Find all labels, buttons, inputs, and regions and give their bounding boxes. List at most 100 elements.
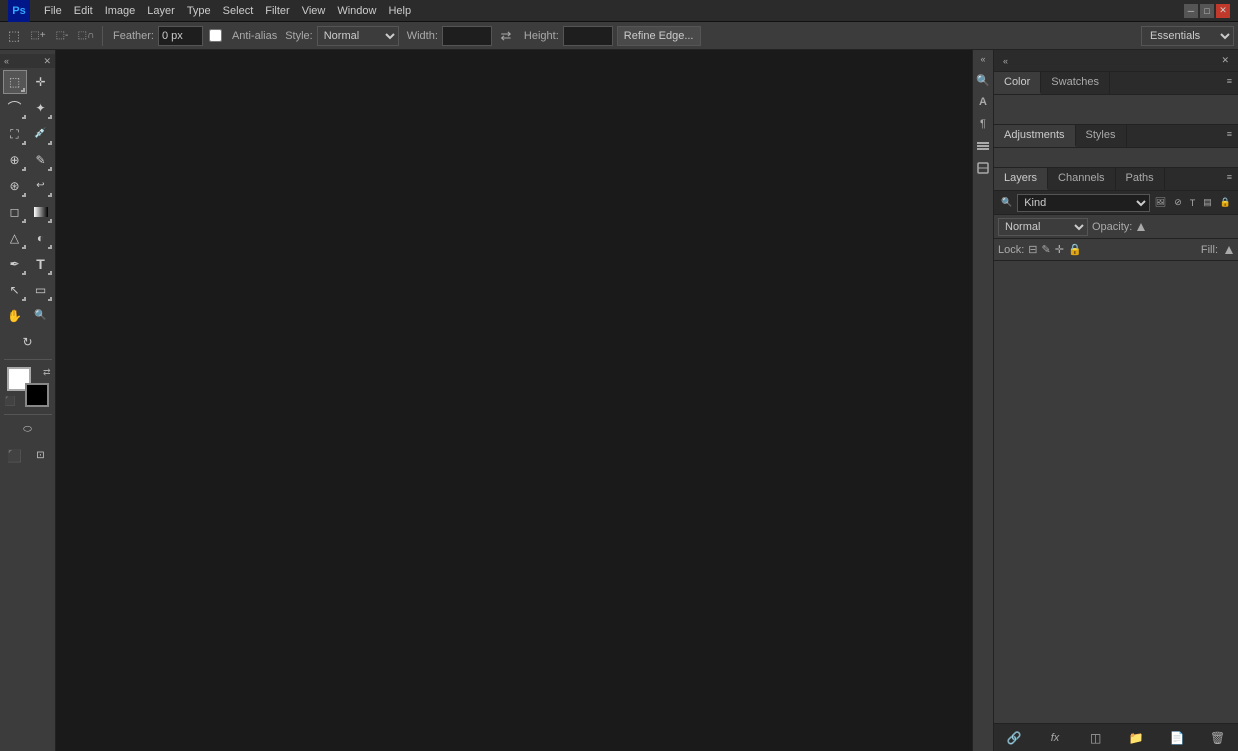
blend-mode-select[interactable]: Normal Dissolve Multiply Screen Overlay <box>998 218 1088 236</box>
filter-kind-icon: 🔍 <box>998 196 1015 209</box>
screen-mode-tool[interactable]: ⬛ <box>3 444 27 468</box>
refine-edge-button[interactable]: Refine Edge... <box>617 26 701 46</box>
rotate-view-tool[interactable]: ↻ <box>16 330 40 354</box>
style-select[interactable]: Normal Fixed Ratio Fixed Size <box>317 26 399 46</box>
mini-tb-text[interactable]: A <box>973 92 993 112</box>
menu-bar: FileEditImageLayerTypeSelectFilterViewWi… <box>38 3 417 19</box>
adj-tab-menu[interactable]: ≡ <box>1221 125 1238 147</box>
workspace-selector[interactable]: Essentials 3D Motion Painting Photograph… <box>1141 26 1234 46</box>
feather-input[interactable] <box>158 26 203 46</box>
tool-row-10: ✋ 🔍 <box>3 304 53 328</box>
mini-toolbar: « 🔍 A ¶ <box>972 50 994 751</box>
rectangular-marquee-tool[interactable]: ⬚ <box>3 70 27 94</box>
tab-layers[interactable]: Layers <box>994 168 1048 190</box>
new-layer-button[interactable]: 📄 <box>1167 728 1187 748</box>
opacity-label: Opacity: <box>1092 221 1132 233</box>
filter-smart-icon[interactable]: 🔒 <box>1217 196 1234 209</box>
tab-color[interactable]: Color <box>994 72 1041 94</box>
filter-type-icon[interactable]: T <box>1187 197 1199 209</box>
main-area: « ✕ ⬚ ✛ ⌒ ✦ ⛶ 💉 <box>0 50 1238 751</box>
tab-swatches[interactable]: Swatches <box>1041 72 1110 94</box>
pen-tool[interactable]: ✒ <box>3 252 27 276</box>
new-selection-icon[interactable]: ⬚ <box>4 26 24 46</box>
zoom-tool[interactable]: 🔍 <box>29 304 53 328</box>
close-button[interactable]: ✕ <box>1216 4 1230 18</box>
history-brush-tool[interactable]: ↩ <box>29 174 53 198</box>
minimize-button[interactable]: ─ <box>1184 4 1198 18</box>
tab-adjustments[interactable]: Adjustments <box>994 125 1076 147</box>
tool-row-5: ⊛ ↩ <box>3 174 53 198</box>
filter-shape-icon[interactable]: ▤ <box>1200 196 1215 209</box>
gradient-tool[interactable] <box>29 200 53 224</box>
toolbox-close-icon[interactable]: ✕ <box>43 56 51 67</box>
tab-paths[interactable]: Paths <box>1116 168 1165 190</box>
magic-wand-tool[interactable]: ✦ <box>29 96 53 120</box>
swap-dimensions-icon[interactable]: ⇄ <box>496 26 516 46</box>
menu-edit[interactable]: Edit <box>68 3 99 19</box>
eraser-tool[interactable]: ◻ <box>3 200 27 224</box>
menu-type[interactable]: Type <box>181 3 217 19</box>
background-color[interactable] <box>25 383 49 407</box>
anti-alias-checkbox[interactable] <box>209 29 222 42</box>
crop-tool[interactable]: ⛶ <box>3 122 27 146</box>
hand-tool[interactable]: ✋ <box>3 304 27 328</box>
tab-styles[interactable]: Styles <box>1076 125 1127 147</box>
swap-colors-icon[interactable]: ⇄ <box>43 367 51 378</box>
tab-channels[interactable]: Channels <box>1048 168 1115 190</box>
path-selection-tool[interactable]: ↖ <box>3 278 27 302</box>
layers-tab-menu[interactable]: ≡ <box>1221 168 1238 190</box>
add-mask-button[interactable]: ◫ <box>1086 728 1106 748</box>
frame-tool[interactable]: ⊡ <box>29 444 53 468</box>
brush-tool[interactable]: ✎ <box>29 148 53 172</box>
menu-help[interactable]: Help <box>382 3 417 19</box>
move-tool[interactable]: ✛ <box>29 70 53 94</box>
default-colors-icon[interactable]: ⬛ <box>5 396 16 407</box>
filter-pixel-icon[interactable]: 🖼 <box>1152 196 1169 209</box>
lock-position-icon[interactable]: ✛ <box>1055 243 1064 256</box>
fx-button[interactable]: fx <box>1045 728 1065 748</box>
lock-transparent-icon[interactable]: ⊟ <box>1028 243 1037 256</box>
shape-tool[interactable]: ▭ <box>29 278 53 302</box>
menu-image[interactable]: Image <box>99 3 142 19</box>
eyedropper-tool[interactable]: 💉 <box>29 122 53 146</box>
filter-adj-icon[interactable]: ⊘ <box>1171 196 1185 209</box>
subtract-selection-icon[interactable]: ⬚- <box>52 26 72 46</box>
toolbox-collapse-icon[interactable]: « <box>4 56 9 66</box>
intersect-selection-icon[interactable]: ⬚∩ <box>76 26 96 46</box>
menu-select[interactable]: Select <box>217 3 260 19</box>
menu-layer[interactable]: Layer <box>141 3 181 19</box>
spot-healing-tool[interactable]: ⊕ <box>3 148 27 172</box>
dodge-tool[interactable]: ◐ <box>29 226 53 250</box>
height-input[interactable] <box>563 26 613 46</box>
lasso-tool[interactable]: ⌒ <box>3 96 27 120</box>
type-tool[interactable]: T <box>29 252 53 276</box>
panel-menu-btn[interactable]: ✕ <box>1218 54 1232 67</box>
title-bar: Ps FileEditImageLayerTypeSelectFilterVie… <box>0 0 1238 22</box>
maximize-button[interactable]: □ <box>1200 4 1214 18</box>
menu-file[interactable]: File <box>38 3 68 19</box>
lock-all-icon[interactable]: 🔒 <box>1068 243 1082 256</box>
new-group-button[interactable]: 📁 <box>1126 728 1146 748</box>
add-selection-icon[interactable]: ⬚+ <box>28 26 48 46</box>
layers-blend-row: Normal Dissolve Multiply Screen Overlay … <box>994 215 1238 239</box>
color-tab-menu[interactable]: ≡ <box>1221 72 1238 94</box>
delete-layer-button[interactable]: 🗑 <box>1208 728 1228 748</box>
clone-stamp-tool[interactable]: ⊛ <box>3 174 27 198</box>
opacity-value <box>1136 221 1146 233</box>
menu-view[interactable]: View <box>296 3 332 19</box>
width-input[interactable] <box>442 26 492 46</box>
mini-tb-paragraph[interactable]: ¶ <box>973 114 993 134</box>
mini-tb-icon2[interactable] <box>973 158 993 178</box>
link-layers-button[interactable]: 🔗 <box>1004 728 1024 748</box>
lock-image-icon[interactable]: ✎ <box>1042 243 1051 256</box>
quick-mask-tool[interactable]: ⬭ <box>16 418 40 442</box>
mini-tb-icon1[interactable] <box>973 136 993 156</box>
menu-filter[interactable]: Filter <box>259 3 295 19</box>
fill-value <box>1224 244 1234 256</box>
blur-tool[interactable]: △ <box>3 226 27 250</box>
menu-window[interactable]: Window <box>331 3 382 19</box>
panel-collapse-btn[interactable]: « <box>1000 55 1011 67</box>
mini-tb-search[interactable]: 🔍 <box>973 70 993 90</box>
mini-toolbar-collapse[interactable]: « <box>980 54 985 64</box>
layer-filter-select[interactable]: Kind <box>1017 194 1150 212</box>
